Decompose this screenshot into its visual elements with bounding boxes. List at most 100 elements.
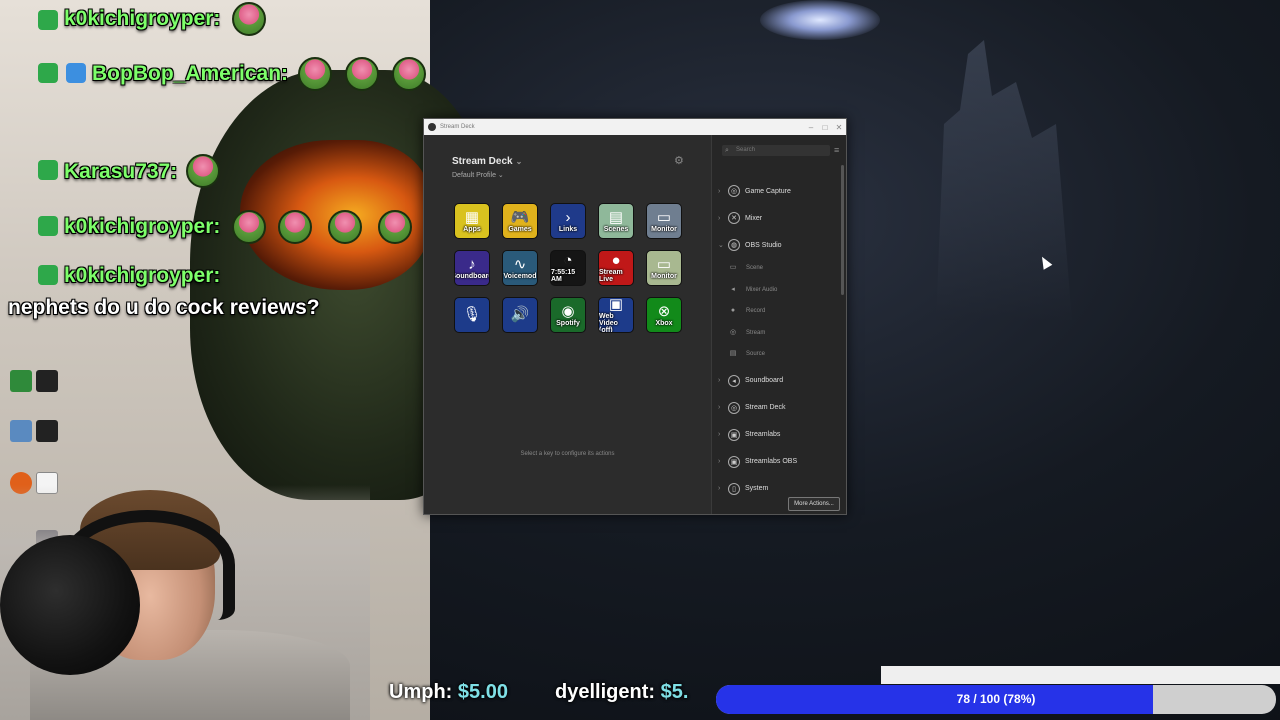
chevron-right-icon: › [718, 431, 721, 438]
deck-key[interactable]: ▭ Monitor [646, 203, 682, 239]
stream-deck-icon: ◎ [728, 401, 740, 414]
window-titlebar[interactable]: Stream Deck – □ ✕ [424, 119, 846, 135]
gear-icon[interactable]: ⚙ [674, 154, 684, 167]
search-placeholder: Search [736, 147, 756, 153]
xbox-icon: ⊗ [657, 302, 671, 320]
stream-icon: ◎ [729, 328, 737, 336]
soundboard-icon: ◂ [728, 374, 740, 387]
record-icon: ● [611, 252, 621, 269]
spotify-icon: ◉ [561, 302, 575, 320]
deck-key[interactable]: ◔ 7:55:15 AM [550, 250, 586, 286]
frog-emote-icon [232, 210, 266, 244]
subscriber-badge-icon [38, 10, 58, 30]
action-item-label: Source [746, 351, 766, 357]
deck-key-label: Links [558, 225, 578, 233]
source-icon: ▤ [729, 350, 737, 357]
verified-badge-icon [66, 63, 86, 83]
chat-username: k0kichigroyper: [64, 215, 221, 238]
device-selector[interactable]: Stream Deck ⌄ [452, 156, 522, 167]
chevron-down-icon: ⌄ [497, 172, 504, 179]
chevron-right-icon: › [718, 485, 721, 492]
deck-key[interactable]: › Links [550, 203, 586, 239]
deck-key[interactable]: ▦ Apps [454, 203, 490, 239]
deck-key[interactable]: 🎙 [454, 297, 490, 333]
frog-emote-icon [278, 210, 312, 244]
frog-emote-icon [392, 57, 426, 91]
apps-icon: ▦ [464, 208, 480, 226]
action-item-label: Stream [746, 329, 766, 336]
microphone-icon: 🎙 [462, 306, 482, 323]
deck-key[interactable]: ⊗ Xbox [646, 297, 682, 333]
action-item[interactable]: ◎ Stream [728, 326, 765, 340]
maximize-icon[interactable]: □ [818, 123, 832, 132]
minimize-icon[interactable]: – [804, 123, 818, 132]
frog-emote-icon [345, 57, 379, 91]
desktop-icon[interactable] [30, 420, 64, 454]
deck-key[interactable]: ▣ Web Video (off) [598, 297, 634, 333]
streamlabs-icon: ▣ [728, 428, 740, 441]
action-item[interactable]: ▤ Source [728, 347, 765, 361]
action-item-label: Record [746, 308, 766, 314]
chat-username: Karasu737: [64, 160, 178, 183]
canvas-pane: Stream Deck ⌄ Default Profile ⌄ ⚙ ▦ Apps 🎮 G… [424, 135, 711, 514]
action-item[interactable]: ● Record [728, 304, 765, 318]
deck-key[interactable]: 🔊 [502, 297, 538, 333]
search-input[interactable]: ⌕ Search [722, 145, 830, 156]
deck-key-label: Monitor [651, 272, 677, 280]
deck-key[interactable]: ▭ Monitor [646, 250, 682, 286]
chevron-right-icon: › [718, 458, 721, 465]
window-title: Stream Deck [440, 124, 475, 130]
action-item[interactable]: ◂ Mixer Audio [728, 283, 777, 297]
desktop-icon[interactable] [30, 370, 64, 404]
chat-username: k0kichigroyper: [64, 7, 221, 30]
deck-key-label: Monitor [651, 225, 677, 233]
deck-key[interactable]: 🎮 Games [502, 203, 538, 239]
chevron-right-icon: › [718, 404, 721, 411]
donation-goal-bar: 78 / 100 (78%) [716, 685, 1276, 714]
chat-message: k0kichigroyper: [64, 7, 220, 31]
action-category[interactable]: ⌄ ◍ OBS Studio [718, 237, 782, 253]
frog-emote-icon [328, 210, 362, 244]
profile-selector[interactable]: Default Profile ⌄ [452, 171, 504, 179]
action-category-label: Mixer [745, 214, 763, 222]
subscriber-badge-icon [38, 265, 58, 285]
list-view-icon[interactable]: ≡ [834, 145, 839, 155]
chevron-right-icon: › [718, 187, 721, 195]
action-category[interactable]: › ◎ Stream Deck [718, 400, 785, 416]
stream-deck-app-icon [428, 123, 436, 131]
profile-name: Default Profile [452, 172, 496, 179]
action-category[interactable]: › ▣ Streamlabs OBS [718, 454, 797, 470]
more-actions-button[interactable]: More Actions... [788, 497, 840, 511]
deck-key-label: Voicemod [503, 272, 537, 280]
action-item[interactable]: ▭ Scene [728, 261, 763, 275]
frog-emote-icon [186, 154, 220, 188]
close-icon[interactable]: ✕ [832, 123, 846, 132]
deck-key-label: Spotify [556, 319, 580, 327]
action-category-label: Streamlabs [745, 431, 781, 438]
game-capture-icon: ◎ [728, 185, 740, 197]
deck-key-label: Scenes [603, 225, 629, 233]
subscriber-badge-icon [38, 160, 58, 180]
action-category[interactable]: › ▣ Streamlabs [718, 427, 780, 443]
action-category[interactable]: › ◂ Soundboard [718, 373, 783, 389]
deck-key[interactable]: ▤ Scenes [598, 203, 634, 239]
scenes-icon: ▤ [608, 208, 624, 226]
action-category[interactable]: › ◎ Game Capture [718, 183, 791, 199]
deck-key[interactable]: ♪Soundboard [454, 250, 490, 286]
deck-key[interactable]: ● Stream Live [598, 250, 634, 286]
actions-scrollbar[interactable] [841, 165, 844, 295]
deck-key[interactable]: ∿ Voicemod [502, 250, 538, 286]
action-category[interactable]: › ✕ Mixer [718, 210, 762, 226]
clock-icon: ◔ [563, 252, 573, 269]
webcam-icon: ▣ [608, 297, 624, 313]
goal-bar-header [881, 666, 1280, 684]
chat-message-text: nephets do u do cock reviews? [8, 296, 320, 319]
obs-icon: ◍ [728, 239, 740, 251]
action-category[interactable]: › ▯ System [718, 481, 768, 497]
chevron-down-icon: ⌄ [515, 157, 523, 166]
microphone-icon [0, 535, 140, 675]
chevron-right-icon: › [718, 214, 721, 222]
chat-message: BopBop_American: [92, 62, 288, 86]
deck-key[interactable]: ◉ Spotify [550, 297, 586, 333]
system-icon: ▯ [728, 482, 740, 495]
